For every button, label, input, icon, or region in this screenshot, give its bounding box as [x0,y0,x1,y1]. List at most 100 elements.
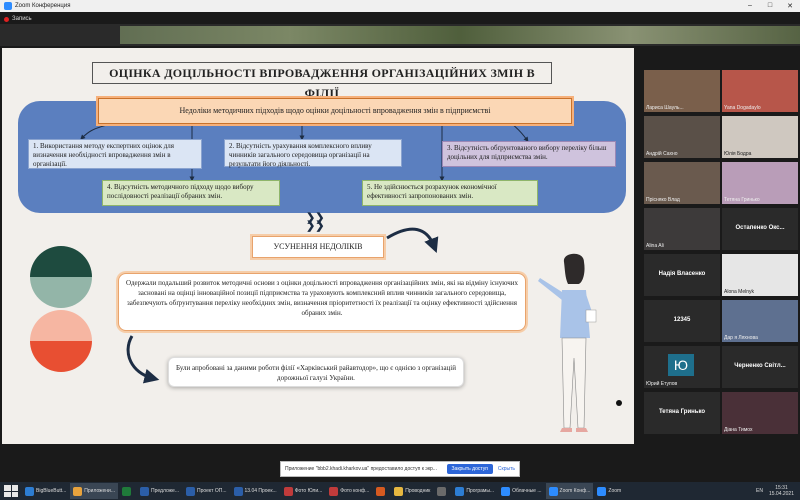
participant-tile[interactable]: 12345 [644,300,720,342]
deficiency-item: 5. Не здійснюється розрахунок економічно… [362,180,538,206]
taskbar-app-button[interactable]: Програмы... [452,483,497,499]
stop-sharing-button[interactable]: Закрыть доступ [446,464,493,474]
language-indicator[interactable]: EN [756,488,763,494]
participant-name: Лариса Шауль... [646,105,684,111]
participant-tile[interactable]: Дар я Ляхнова [722,300,798,342]
participant-tile[interactable]: Надія Власенко [644,254,720,296]
chevron-down-icon: ❯❯ ❯❯ [306,212,325,232]
app-icon [73,486,83,496]
taskbar-app-button[interactable] [373,483,390,499]
participant-name: Yana Dogadaylo [724,105,761,111]
taskbar-app-label: Фото конф... [340,488,370,494]
participant-tile[interactable]: Черненко Світл... [722,346,798,388]
participant-tile[interactable]: Діана Тимох [722,392,798,434]
taskbar-app-label: Предложе... [151,488,179,494]
app-icon [329,486,339,496]
slide-title: ОЦІНКА ДОЦІЛЬНОСТІ ВПРОВАДЖЕННЯ ОРГАНІЗА… [92,62,552,100]
participant-name: Alina Ali [646,243,664,249]
participant-tile[interactable]: Андрій Сахно [644,116,720,158]
app-icon [122,486,132,496]
app-icon [548,486,558,496]
conclusion-text: Одержали подальший розвиток методичні ос… [118,273,526,331]
participant-tile-active-speaker[interactable]: Юлія Бодра [722,116,798,158]
zoom-window: Zoom Конференция – □ ✕ Запись ОЦІНКА ДОЦ… [0,0,800,500]
taskbar-app-button[interactable]: Zoom [594,483,624,499]
participant-tile[interactable]: Тетяна Гринько [644,392,720,434]
participant-tile[interactable]: Остапенко Окс... [722,208,798,250]
participant-initial-avatar: Ю [668,354,694,376]
deficiency-item: 1. Використання методу експертних оцінок… [28,139,202,169]
minimize-button[interactable]: – [740,2,760,10]
taskbar-app-label: Програмы... [466,488,495,494]
participant-name: Юрий Етупов [646,381,678,387]
windows-start-icon[interactable] [4,485,18,497]
taskbar-app-button[interactable]: Фото Юли... [281,483,326,499]
participant-tile[interactable]: Лариса Шауль... [644,70,720,112]
participant-tile[interactable]: Ю Юрий Етупов [644,346,720,388]
app-icon [25,486,34,496]
participant-name: 12345 [673,317,691,323]
deficiencies-header: Недоліки методичних підходів щодо оцінки… [98,98,572,124]
decorative-circle-red [30,310,92,372]
system-clock[interactable]: 15:31 15.04.2021 [769,485,794,497]
taskbar-app-label: BigBlueButt... [36,488,67,494]
participant-name: Alona Melnyk [724,289,755,295]
taskbar-app-button[interactable]: Приложени... [70,483,119,499]
taskbar-app-button[interactable]: Проводник [391,483,433,499]
taskbar-app-button[interactable]: Предложе... [137,483,182,499]
participant-name: Прісняко Влад [646,197,680,203]
participant-tile[interactable]: Yana Dogadaylo [722,70,798,112]
participant-name: Діана Тимох [724,427,753,433]
taskbar-app-button[interactable]: Zoom Конф... [545,483,594,499]
clock-date: 15.04.2021 [768,491,794,497]
participant-name: Черненко Світл... [734,363,786,369]
taskbar-app-label: 13.04 Проек... [244,488,277,494]
taskbar-app-button[interactable]: BigBlueButt... [22,483,69,499]
participant-tile[interactable]: Прісняко Влад [644,162,720,204]
window-controls: – □ ✕ [740,2,800,10]
app-icon [394,486,404,496]
taskbar-app-button[interactable]: Проект ОП... [183,483,230,499]
shared-slide: ОЦІНКА ДОЦІЛЬНОСТІ ВПРОВАДЖЕННЯ ОРГАНІЗА… [2,48,634,444]
taskbar-app-label: Приложени... [84,488,116,494]
participant-name: Юлія Бодра [724,151,752,157]
video-strip-thumbnails[interactable] [120,26,800,44]
deficiency-item: 2. Відсутність урахування комплексного в… [224,139,402,168]
maximize-button[interactable]: □ [760,2,780,10]
recording-indicator[interactable]: Запись [4,14,32,24]
participant-tile[interactable]: Alina Ali [644,208,720,250]
taskbar-app-button[interactable]: Фото конф... [326,483,372,499]
hide-notification-link[interactable]: Скрыть [498,466,515,472]
deficiency-item: 4. Відсутність методичного підходу щодо … [102,180,280,206]
windows-taskbar: BigBlueButt... Приложени... Предложе... Про… [0,482,800,500]
zoom-app-icon [4,2,12,10]
participant-tile[interactable]: Alona Melnyk [722,254,798,296]
taskbar-app-label: Проводник [405,488,431,494]
record-dot-icon [4,16,9,22]
participant-name: Дар я Ляхнова [724,335,758,341]
taskbar-app-button[interactable] [119,483,136,499]
app-icon [376,486,386,496]
app-icon [597,486,607,496]
title-bar: Zoom Конференция – □ ✕ [0,0,800,12]
app-icon [283,486,293,496]
system-tray: EN 15:31 15.04.2021 [756,485,800,497]
participant-name: Надія Власенко [658,271,706,277]
app-icon [437,486,447,496]
app-icon [501,486,511,496]
taskbar-app-label: Фото Юли... [294,488,323,494]
participant-name: Тетяна Гринько [724,197,760,203]
taskbar-app-label: Zoom Конф... [559,488,591,494]
taskbar-app-button[interactable]: 13.04 Проек... [231,483,280,499]
taskbar-app-label: Zoom [608,488,622,494]
participant-tile[interactable]: Тетяна Гринько [722,162,798,204]
video-strip [0,24,800,46]
taskbar-app-label: Проект ОП... [196,488,227,494]
taskbar-app-button[interactable] [434,483,451,499]
close-button[interactable]: ✕ [780,2,800,10]
app-icon [455,486,465,496]
pointer-dot [616,400,622,406]
recording-label: Запись [12,16,32,22]
taskbar-app-button[interactable]: Облачные ... [498,483,544,499]
taskbar-app-label: Облачные ... [512,488,542,494]
